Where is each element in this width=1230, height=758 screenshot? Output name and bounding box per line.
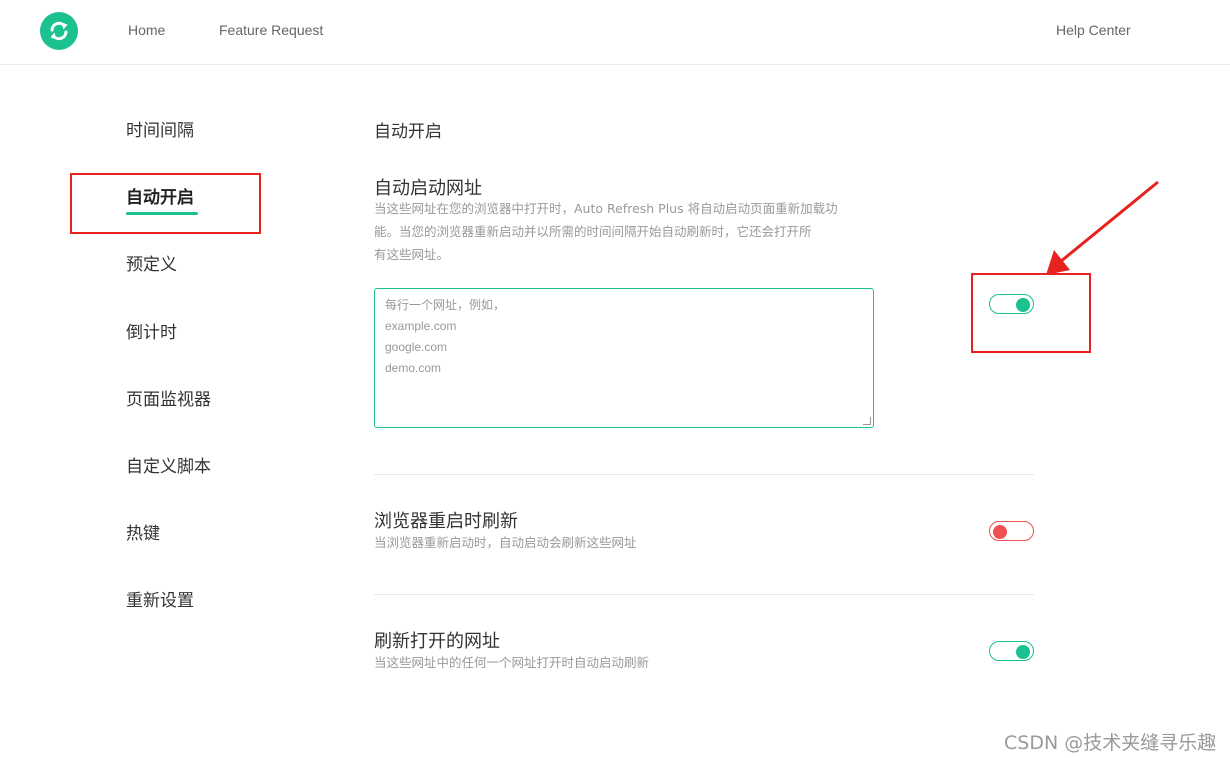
toggle-knob bbox=[993, 525, 1007, 539]
placeholder-line: demo.com bbox=[385, 361, 442, 375]
description-line: 能。当您的浏览器重新启动并以所需的时间间隔开始自动刷新时，它还会打开所 bbox=[374, 224, 812, 239]
nav-help-center-link[interactable]: Help Center bbox=[1056, 22, 1131, 38]
sidebar-item-predefined[interactable]: 预定义 bbox=[126, 250, 177, 275]
annotation-highlight-box bbox=[70, 173, 261, 234]
placeholder-line: example.com bbox=[385, 319, 457, 333]
auto-start-urls-toggle[interactable] bbox=[989, 294, 1034, 314]
sidebar-item-countdown[interactable]: 倒计时 bbox=[126, 318, 177, 343]
sidebar-item-page-monitor[interactable]: 页面监视器 bbox=[126, 385, 211, 410]
sidebar-item-custom-script[interactable]: 自定义脚本 bbox=[126, 452, 211, 477]
toggle-knob bbox=[1016, 645, 1030, 659]
browser-restart-refresh-toggle[interactable] bbox=[989, 521, 1034, 541]
top-nav-bar: Home Feature Request Help Center bbox=[0, 0, 1230, 65]
divider bbox=[374, 594, 1034, 595]
refresh-open-urls-toggle[interactable] bbox=[989, 641, 1034, 661]
description-line: 有这些网址。 bbox=[374, 247, 450, 262]
sidebar-item-interval[interactable]: 时间间隔 bbox=[126, 116, 194, 141]
placeholder-line: 每行一个网址，例如， bbox=[385, 298, 506, 312]
annotation-arrow-icon bbox=[1046, 180, 1159, 275]
section-title: 自动开启 bbox=[374, 122, 442, 142]
refresh-open-urls-title: 刷新打开的网址 bbox=[374, 631, 500, 652]
placeholder-line: google.com bbox=[385, 340, 448, 354]
nav-feature-request-link[interactable]: Feature Request bbox=[219, 22, 323, 38]
description-line: 当这些网址在您的浏览器中打开时，Auto Refresh Plus 将自动启动页… bbox=[374, 201, 838, 216]
sidebar-item-hotkeys[interactable]: 热键 bbox=[126, 519, 160, 544]
annotation-highlight-box bbox=[971, 273, 1091, 353]
nav-home-link[interactable]: Home bbox=[128, 22, 165, 38]
browser-restart-refresh-title: 浏览器重启时刷新 bbox=[374, 511, 518, 532]
sidebar-item-reset[interactable]: 重新设置 bbox=[126, 586, 194, 611]
resize-handle-icon[interactable] bbox=[863, 417, 871, 425]
divider bbox=[374, 474, 1034, 475]
browser-restart-refresh-description: 当浏览器重新启动时，自动启动会刷新这些网址 bbox=[374, 535, 637, 550]
toggle-knob bbox=[1016, 298, 1030, 312]
refresh-logo-icon[interactable] bbox=[40, 12, 78, 50]
urls-textarea[interactable]: 每行一个网址，例如， example.com google.com demo.c… bbox=[374, 288, 874, 428]
refresh-open-urls-description: 当这些网址中的任何一个网址打开时自动启动刷新 bbox=[374, 655, 650, 670]
auto-start-urls-description: 当这些网址在您的浏览器中打开时，Auto Refresh Plus 将自动启动页… bbox=[374, 197, 838, 266]
watermark: CSDN @技术夹缝寻乐趣 bbox=[1004, 732, 1217, 754]
